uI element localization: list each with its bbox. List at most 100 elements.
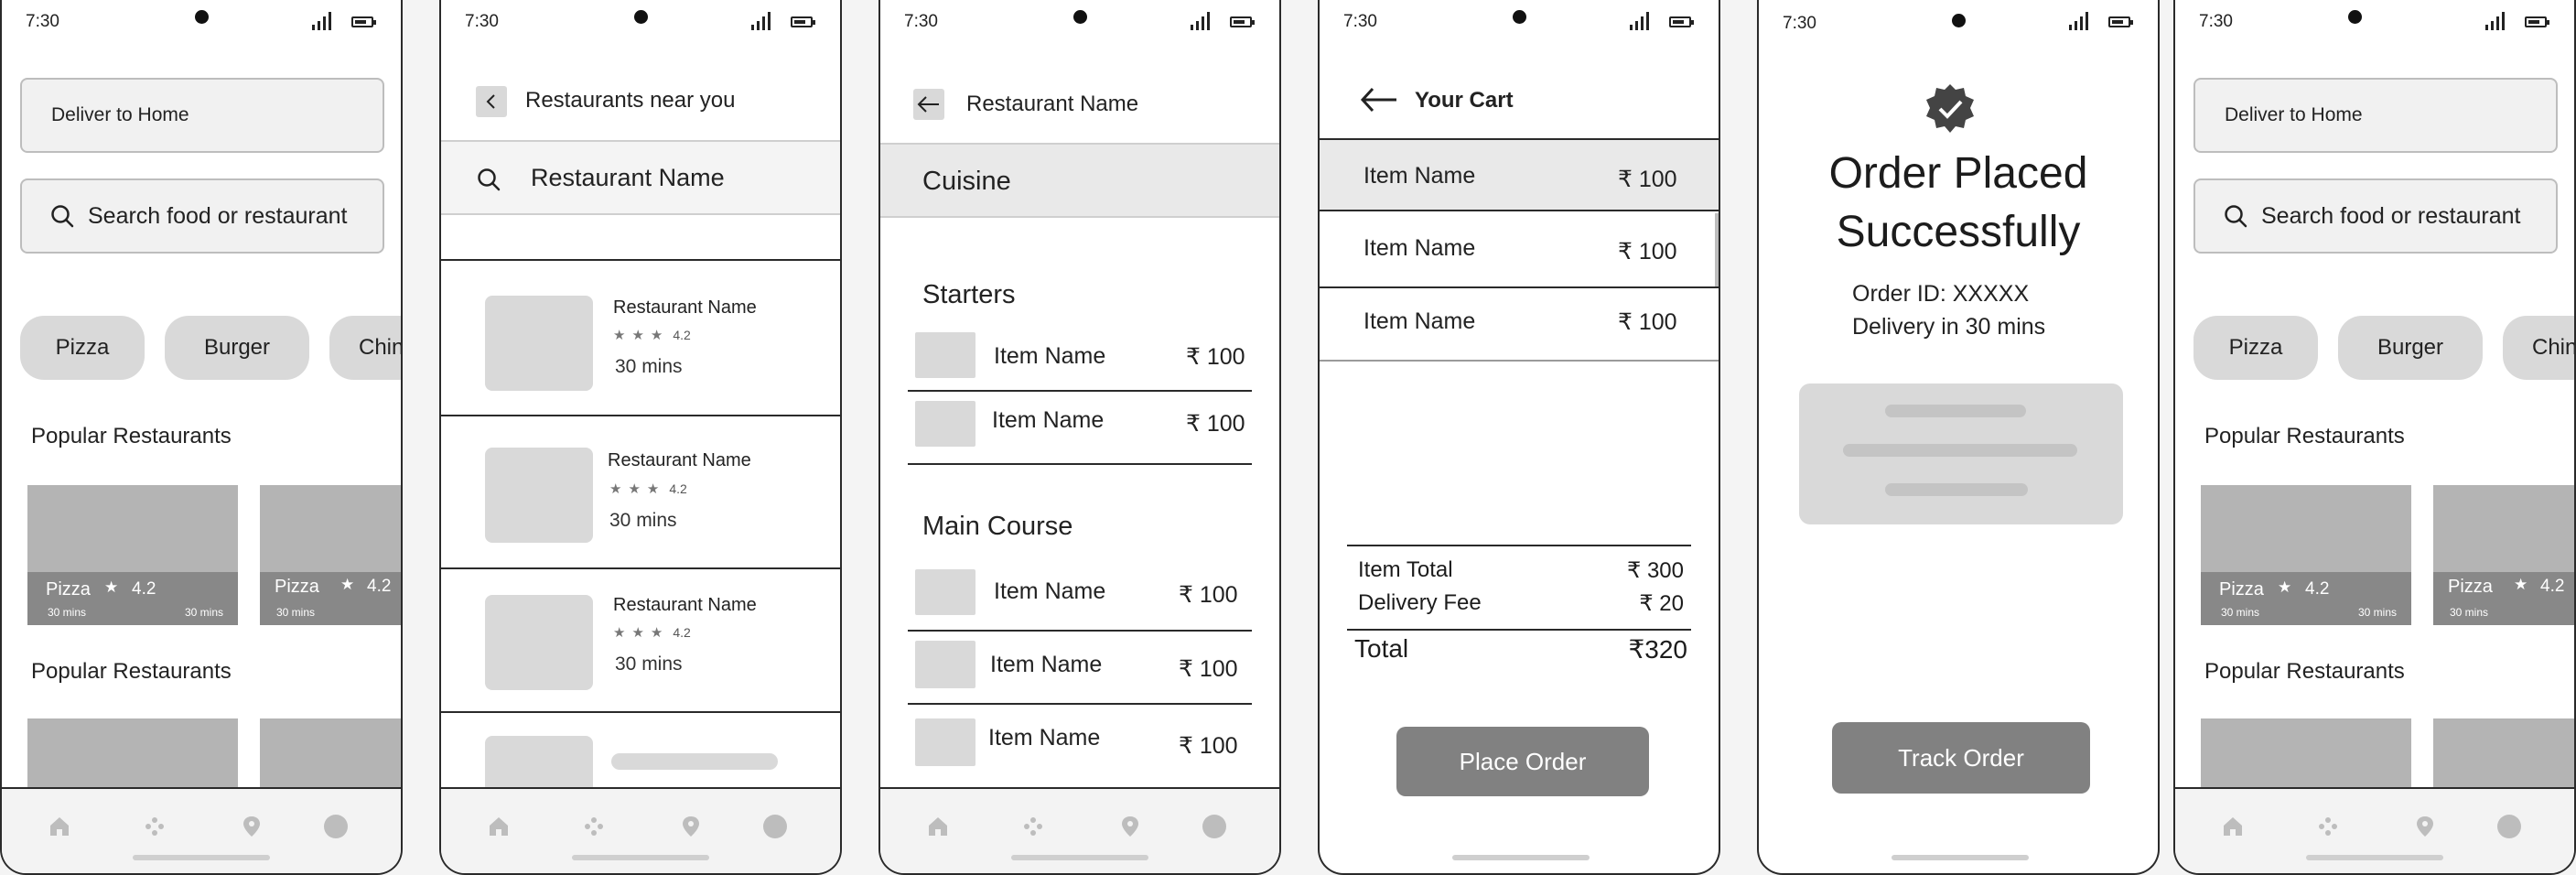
divider bbox=[908, 703, 1252, 705]
back-button[interactable] bbox=[913, 89, 944, 120]
cart-item-row[interactable]: Item Name ₹ 100 bbox=[1320, 213, 1719, 286]
card-overlay: Pizza ★ 4.2 30 mins bbox=[2433, 572, 2574, 625]
chip-pizza[interactable]: Pizza bbox=[2193, 316, 2318, 380]
restaurant-card[interactable] bbox=[27, 718, 238, 792]
restaurant-card[interactable] bbox=[2433, 718, 2574, 792]
location-pin-icon[interactable] bbox=[1116, 813, 1144, 840]
item-total-value: ₹ 300 bbox=[1627, 558, 1684, 583]
grid-icon[interactable] bbox=[141, 813, 168, 840]
search-bar[interactable]: Restaurant Name bbox=[441, 140, 840, 215]
profile-icon[interactable] bbox=[761, 813, 789, 840]
delivery-estimate: Delivery in 30 mins bbox=[1852, 314, 2046, 340]
order-success-screen: 7:30 Order Placed Successfully Order ID:… bbox=[1757, 0, 2160, 875]
cuisine-label: Cuisine bbox=[922, 167, 1011, 196]
camera-notch bbox=[195, 10, 209, 24]
card-overlay: Pizza ★ 4.2 30 mins 30 mins bbox=[2201, 572, 2411, 625]
grid-icon[interactable] bbox=[2314, 813, 2342, 840]
deliver-to-selector[interactable]: Deliver to Home bbox=[20, 78, 384, 153]
signal-icon bbox=[2069, 12, 2088, 30]
restaurant-name: Restaurant Name bbox=[613, 595, 757, 615]
restaurant-row[interactable]: Restaurant Name ★★★ 4.2 30 mins bbox=[441, 569, 840, 711]
star-icon: ★ bbox=[340, 576, 355, 593]
chip-chinese[interactable]: Chin bbox=[2503, 316, 2576, 380]
home-icon[interactable] bbox=[924, 813, 952, 840]
chip-label: Pizza bbox=[2228, 335, 2283, 360]
cuisine-header: Cuisine bbox=[880, 143, 1279, 218]
rating-value: 4.2 bbox=[673, 625, 691, 640]
chip-pizza[interactable]: Pizza bbox=[20, 316, 145, 380]
profile-icon[interactable] bbox=[322, 813, 350, 840]
item-name: Item Name bbox=[1363, 308, 1476, 334]
item-name[interactable]: Item Name bbox=[994, 578, 1105, 605]
restaurant-row[interactable]: Restaurant Name ★★★ 4.2 30 mins bbox=[441, 416, 840, 567]
chip-burger[interactable]: Burger bbox=[165, 316, 309, 380]
restaurant-card[interactable]: Pizza ★ 4.2 30 mins bbox=[260, 485, 401, 625]
location-pin-icon[interactable] bbox=[2411, 813, 2439, 840]
chip-label: Burger bbox=[2377, 335, 2444, 360]
item-name[interactable]: Item Name bbox=[988, 725, 1100, 751]
status-time: 7:30 bbox=[26, 12, 59, 31]
profile-icon[interactable] bbox=[2495, 813, 2523, 840]
star-icon: ★ bbox=[2278, 578, 2292, 596]
star-icon: ★ bbox=[2514, 576, 2528, 593]
cart-item-row[interactable]: Item Name ₹ 100 bbox=[1320, 288, 1719, 360]
track-order-button[interactable]: Track Order bbox=[1832, 722, 2090, 794]
status-bar: 7:30 bbox=[1320, 0, 1719, 44]
card-name: Pizza bbox=[46, 579, 91, 600]
chip-label: Chin bbox=[2532, 335, 2576, 360]
item-name[interactable]: Item Name bbox=[990, 652, 1102, 678]
item-name[interactable]: Item Name bbox=[992, 407, 1104, 434]
deliver-to-selector[interactable]: Deliver to Home bbox=[2193, 78, 2558, 153]
chip-burger[interactable]: Burger bbox=[2338, 316, 2483, 380]
summary-divider bbox=[1347, 629, 1691, 631]
total-label: Total bbox=[1354, 634, 1409, 663]
home-icon[interactable] bbox=[485, 813, 512, 840]
delivery-time: 30 mins bbox=[615, 654, 683, 675]
back-arrow-icon[interactable] bbox=[1360, 86, 1398, 113]
restaurant-thumbnail bbox=[485, 448, 593, 543]
signal-icon bbox=[1630, 12, 1649, 30]
success-title-line2: Successfully bbox=[1836, 208, 2081, 256]
total-value: ₹320 bbox=[1628, 635, 1687, 664]
back-arrow-icon bbox=[917, 96, 939, 113]
chip-label: Chin bbox=[359, 335, 403, 360]
bottom-nav bbox=[441, 787, 840, 873]
restaurant-card[interactable]: Pizza ★ 4.2 30 mins 30 mins bbox=[27, 485, 238, 625]
grid-icon[interactable] bbox=[580, 813, 608, 840]
bottom-nav bbox=[880, 787, 1279, 873]
restaurant-card[interactable] bbox=[260, 718, 401, 792]
item-thumbnail bbox=[915, 641, 975, 688]
signal-icon bbox=[1191, 12, 1210, 30]
search-input[interactable]: Search food or restaurant bbox=[2193, 178, 2558, 254]
restaurant-card[interactable] bbox=[2201, 718, 2411, 792]
card-rating: 4.2 bbox=[132, 579, 156, 599]
battery-icon bbox=[2525, 16, 2549, 27]
place-order-button[interactable]: Place Order bbox=[1396, 727, 1649, 796]
search-input[interactable]: Search food or restaurant bbox=[20, 178, 384, 254]
chip-label: Pizza bbox=[55, 335, 110, 360]
home-screen-copy: 7:30 Deliver to Home Search food or rest… bbox=[2173, 0, 2576, 875]
chevron-left-icon bbox=[486, 94, 495, 109]
location-pin-icon[interactable] bbox=[238, 813, 265, 840]
text-placeholder bbox=[611, 753, 778, 770]
home-icon[interactable] bbox=[46, 813, 73, 840]
restaurant-card[interactable]: Pizza ★ 4.2 30 mins 30 mins bbox=[2201, 485, 2411, 625]
card-rating: 4.2 bbox=[2305, 579, 2330, 599]
profile-icon[interactable] bbox=[1201, 813, 1228, 840]
search-placeholder: Search food or restaurant bbox=[2261, 202, 2521, 229]
cart-item-row[interactable]: Item Name ₹ 100 bbox=[1320, 138, 1719, 211]
back-button[interactable] bbox=[476, 86, 507, 117]
restaurant-row[interactable]: Restaurant Name ★★★ 4.2 30 mins bbox=[441, 261, 840, 415]
bottom-nav bbox=[2, 787, 401, 873]
item-name[interactable]: Item Name bbox=[994, 343, 1105, 370]
location-pin-icon[interactable] bbox=[677, 813, 705, 840]
deliver-to-label: Deliver to Home bbox=[51, 104, 189, 125]
grid-icon[interactable] bbox=[1019, 813, 1047, 840]
item-total-label: Item Total bbox=[1358, 557, 1453, 582]
star-icon: ★ bbox=[104, 578, 119, 596]
home-icon[interactable] bbox=[2219, 813, 2247, 840]
camera-notch bbox=[1513, 10, 1526, 24]
restaurant-card[interactable]: Pizza ★ 4.2 30 mins bbox=[2433, 485, 2574, 625]
status-bar: 7:30 bbox=[441, 0, 840, 44]
chip-chinese[interactable]: Chin bbox=[329, 316, 403, 380]
